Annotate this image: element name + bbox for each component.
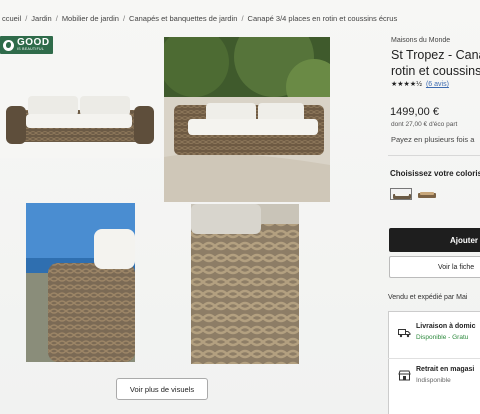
logo-tagline: IS BEAUTIFUL	[17, 47, 45, 52]
good-is-beautiful-logo: GOOD IS BEAUTIFUL	[0, 36, 53, 54]
breadcrumb-home[interactable]: ccueil	[2, 14, 21, 23]
product-photo-seaside[interactable]	[26, 203, 135, 362]
rating: ★★★★½ (6 avis)	[391, 80, 449, 88]
breadcrumb-jardin[interactable]: Jardin	[31, 14, 51, 23]
sold-by: Vendu et expédié par Mai	[388, 294, 468, 301]
breadcrumb-current: Canapé 3/4 places en rotin et coussins é…	[247, 14, 398, 23]
color-swatch-white[interactable]	[390, 188, 412, 200]
home-delivery-title: Livraison à domic	[416, 323, 476, 330]
screen: ccueil / Jardin / Mobilier de jardin / Canapés…	[0, 0, 480, 414]
product-title-line-2: rotin et coussins	[391, 64, 480, 78]
breadcrumb-separator: /	[55, 14, 58, 23]
product-title: St Tropez - Cana rotin et coussins	[391, 47, 480, 79]
breadcrumb-separator: /	[241, 14, 244, 23]
divider	[388, 358, 480, 359]
breadcrumb-mobilier[interactable]: Mobilier de jardin	[62, 14, 119, 23]
breadcrumb-separator: /	[25, 14, 28, 23]
store-pickup-title: Retrait en magasi	[416, 366, 475, 373]
more-images-button[interactable]: Voir plus de visuels	[116, 378, 208, 400]
star-rating-icon: ★★★★½	[391, 81, 422, 88]
breadcrumb-canapes[interactable]: Canapés et banquettes de jardin	[129, 14, 237, 23]
divider	[388, 155, 480, 156]
product-photo-terrace[interactable]	[164, 37, 330, 202]
home-delivery-status: Disponible - Gratu	[416, 334, 469, 341]
payment-options-link[interactable]: Payez en plusieurs fois a	[391, 135, 474, 144]
product-photo-studio[interactable]	[0, 58, 160, 158]
color-choice-label: Choisissez votre coloris	[390, 169, 480, 178]
eco-participation: dont 27,00 € d'éco part	[391, 121, 458, 128]
globe-icon	[3, 39, 14, 51]
view-sheet-button[interactable]: Voir la fiche	[389, 256, 480, 278]
price: 1499,00 €	[390, 106, 439, 118]
brand-name[interactable]: Maisons du Monde	[391, 37, 450, 44]
store-pickup-icon	[398, 368, 411, 386]
add-to-cart-button[interactable]: Ajouter	[389, 228, 480, 252]
breadcrumb: ccueil / Jardin / Mobilier de jardin / Canapés…	[2, 14, 397, 23]
breadcrumb-separator: /	[122, 14, 126, 23]
delivery-truck-icon	[398, 325, 411, 343]
product-photo-closeup[interactable]	[191, 204, 299, 364]
product-title-line-1: St Tropez - Cana	[391, 48, 480, 62]
reviews-link[interactable]: (6 avis)	[426, 81, 449, 88]
store-pickup-status: Indisponible	[416, 377, 451, 384]
color-swatch-natural[interactable]	[416, 188, 438, 200]
